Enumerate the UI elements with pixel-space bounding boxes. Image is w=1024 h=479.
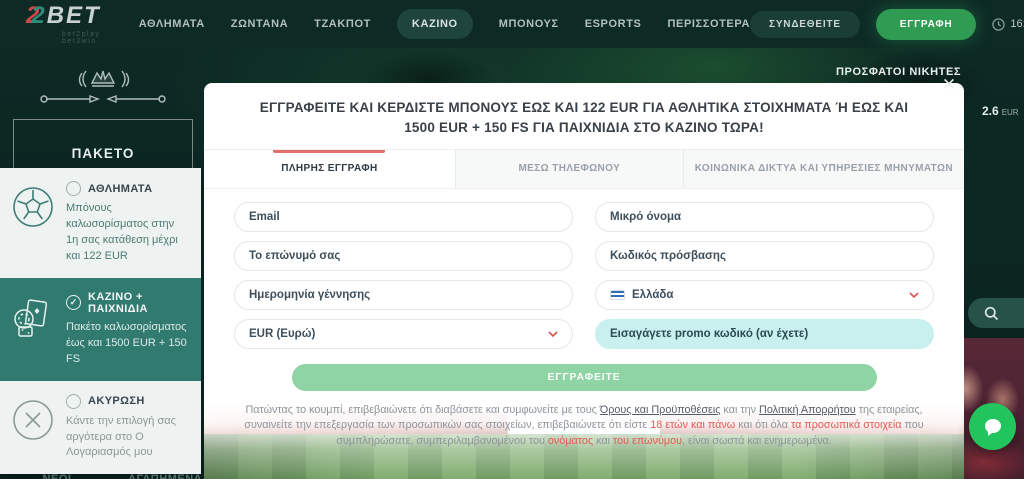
logo-wordmark: 22 BET xyxy=(26,1,101,29)
option-description: Πακέτο καλωσορίσματος έως και 1500 EUR +… xyxy=(66,320,187,365)
email-field[interactable] xyxy=(249,210,558,223)
birth-date-field-wrap xyxy=(234,279,573,310)
registration-modal: ΕΓΓΡΑΦΕΙΤΕ ΚΑΙ ΚΕΡΔΙΣΤΕ ΜΠΟΝΟΥΣ ΕΩΣ ΚΑΙ … xyxy=(204,83,964,479)
promo-code-field-wrap xyxy=(595,318,934,349)
time-selector[interactable]: 16:21 ▾ xyxy=(992,17,1024,31)
radio-unchecked-icon[interactable] xyxy=(66,181,81,196)
nav-item-jackpot[interactable]: ΤΖΑΚΠΟΤ xyxy=(314,18,371,30)
register-button[interactable]: ΕΓΓΡΑΦΗ xyxy=(875,8,977,40)
birth-date-field[interactable] xyxy=(249,288,558,301)
page: 22 BET bet2play bet2win ΑΘΛΗΜΑΤΑ ΖΩΝΤΑΝΑ … xyxy=(0,0,1024,479)
email-field-wrap xyxy=(234,201,573,232)
nav-item-bonus[interactable]: ΜΠΟΝΟΥΣ xyxy=(499,18,559,30)
first-name-field-wrap xyxy=(595,201,934,232)
header: 22 BET bet2play bet2win ΑΘΛΗΜΑΤΑ ΖΩΝΤΑΝΑ … xyxy=(0,0,1024,48)
registration-form: Ελλάδα EUR (Ευρώ) xyxy=(204,189,964,349)
last-name-field[interactable] xyxy=(249,249,558,262)
password-field[interactable] xyxy=(610,249,919,262)
last-name-field-wrap xyxy=(234,240,573,271)
nav-item-more[interactable]: ΠΕΡΙΣΣΟΤΕΡΑ xyxy=(667,18,750,30)
radio-unchecked-icon[interactable] xyxy=(66,393,81,409)
chat-bubble-icon xyxy=(984,418,1001,436)
bonus-option-cancel[interactable]: ΑΚΥΡΩΣΗ Κάντε την επιλογή σας αργότερα σ… xyxy=(0,380,201,475)
currency-select[interactable]: EUR (Ευρώ) xyxy=(234,318,573,349)
bonus-option-sports[interactable]: ΑΘΛΗΜΑΤΑ Μπόνους καλωσορίσματος στην 1η … xyxy=(0,168,201,278)
tab-by-phone[interactable]: ΜΕΣΩ ΤΗΛΕΦΩΝΟΥ xyxy=(454,149,683,188)
live-chat-button[interactable] xyxy=(969,403,1016,450)
cancel-circle-icon xyxy=(10,394,56,462)
tab-social-networks[interactable]: ΚΟΙΝΩΝΙΚΑ ΔΙΚΤΥΑ ΚΑΙ ΥΠΗΡΕΣΙΕΣ ΜΗΝΥΜΑΤΩΝ xyxy=(682,149,964,188)
country-select[interactable]: Ελλάδα xyxy=(595,279,934,310)
nav-item-live[interactable]: ΖΩΝΤΑΝΑ xyxy=(231,18,288,30)
option-description: Μπόνους καλωσορίσματος στην 1η σας κατάθ… xyxy=(66,202,178,262)
close-icon[interactable]: ✕ xyxy=(938,74,960,96)
search-button[interactable] xyxy=(968,298,1024,328)
clock-icon xyxy=(992,17,1006,31)
crown-laurel-icon xyxy=(40,70,166,104)
logo[interactable]: 22 BET bet2play bet2win xyxy=(26,1,101,45)
option-description: Κάντε την επιλογή σας αργότερα στο Ο Λογ… xyxy=(66,414,176,459)
promo-code-field[interactable] xyxy=(610,327,919,340)
option-label: ΚΑΖΙΝΟ + ΠΑΙΧΝΙΔΙΑ xyxy=(88,290,148,315)
modal-heading: ΕΓΓΡΑΦΕΙΤΕ ΚΑΙ ΚΕΡΔΙΣΤΕ ΜΠΟΝΟΥΣ ΕΩΣ ΚΑΙ … xyxy=(259,100,909,136)
bonus-option-casino[interactable]: ✓ ΚΑΖΙΝΟ + ΠΑΙΧΝΙΔΙΑ Πακέτο καλωσορίσματ… xyxy=(0,277,201,381)
option-label: ΑΘΛΗΜΑΤΑ xyxy=(88,182,153,195)
nav-item-casino[interactable]: ΚΑΖΙΝΟ xyxy=(396,9,473,39)
registration-tabs: ΠΛΗΡΗΣ ΕΓΓΡΑΦΗ ΜΕΣΩ ΤΗΛΕΦΩΝΟΥ ΚΟΙΝΩΝΙΚΑ … xyxy=(204,148,964,189)
greek-flag-icon xyxy=(610,289,625,300)
disclaimer: Πατώντας το κουμπί, επιβεβαιώνετε ότι δι… xyxy=(244,403,924,447)
search-icon xyxy=(984,306,999,320)
casino-chip-cards-icon xyxy=(10,291,56,368)
first-name-field[interactable] xyxy=(610,210,919,223)
football-icon xyxy=(10,181,56,265)
currency-value: EUR (Ευρώ) xyxy=(249,327,316,340)
logo-tagline: bet2play bet2win xyxy=(62,30,101,45)
radio-checked-icon[interactable]: ✓ xyxy=(66,295,81,311)
main-nav: ΑΘΛΗΜΑΤΑ ΖΩΝΤΑΝΑ ΤΖΑΚΠΟΤ ΚΑΖΙΝΟ ΜΠΟΝΟΥΣ … xyxy=(139,9,750,39)
header-right: ΣΥΝΔΕΘΕΙΤΕ ΕΓΓΡΑΦΗ 16:21 ▾ GR ▾ xyxy=(750,8,1024,40)
time-value: 16:21 xyxy=(1010,18,1024,30)
winner-amount: 2.6 EUR xyxy=(982,104,1019,118)
nav-item-esports[interactable]: ESPORTS xyxy=(585,18,642,30)
submit-registration-button[interactable]: ΕΓΓΡΑΦΕΙΤΕ xyxy=(291,363,877,391)
tab-full-registration[interactable]: ΠΛΗΡΗΣ ΕΓΓΡΑΦΗ xyxy=(204,149,455,188)
password-field-wrap xyxy=(595,240,934,271)
option-label: ΑΚΥΡΩΣΗ xyxy=(88,395,145,408)
login-button[interactable]: ΣΥΝΔΕΘΕΙΤΕ xyxy=(750,10,860,38)
nav-item-sports[interactable]: ΑΘΛΗΜΑΤΑ xyxy=(139,18,205,30)
chevron-down-icon xyxy=(909,291,919,298)
bonus-option-cards: ΑΘΛΗΜΑΤΑ Μπόνους καλωσορίσματος στην 1η … xyxy=(0,168,201,475)
country-value: Ελλάδα xyxy=(632,288,674,301)
chevron-down-icon xyxy=(548,330,558,337)
